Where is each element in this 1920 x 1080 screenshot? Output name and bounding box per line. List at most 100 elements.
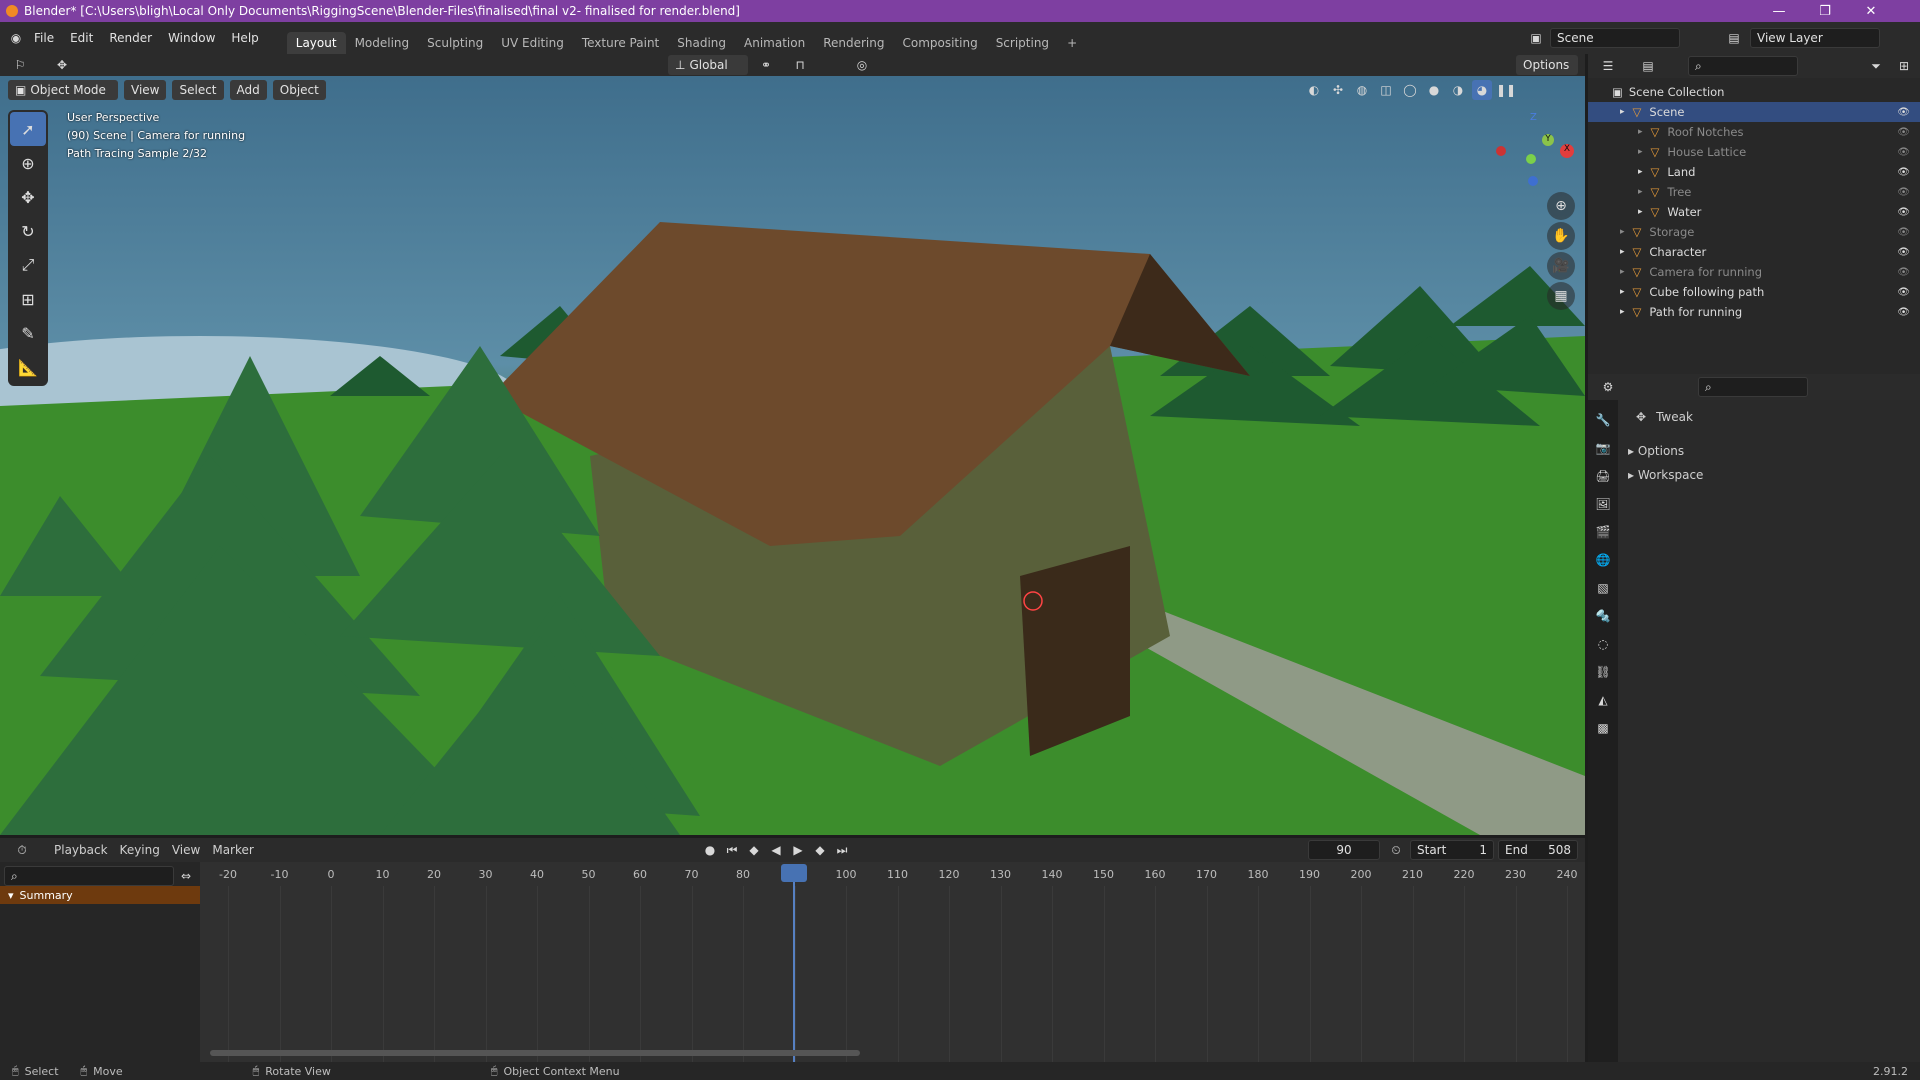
outliner-item[interactable]: ▸ ▽ Tree 👁 [1588,182,1920,202]
outliner-editor-icon[interactable]: ☰ [1598,56,1618,76]
menu-edit[interactable]: Edit [62,31,101,45]
minimize-button[interactable]: — [1756,0,1802,22]
gizmo-neg-x[interactable] [1496,146,1506,156]
timeline-scrollbar[interactable] [210,1050,860,1056]
navigation-gizmo[interactable]: Z Y X [1490,112,1574,188]
scene-selector-icon[interactable]: ▣ [1526,28,1546,48]
outliner-item[interactable]: ▸ ▽ Character 👁 [1588,242,1920,262]
timeline-area[interactable]: -20-100102030405060708090100110120130140… [0,862,1585,1062]
outliner-item[interactable]: ▸ ▽ Camera for running 👁 [1588,262,1920,282]
scene-tab-icon[interactable]: 🎬 [1593,522,1613,542]
expand-arrow-icon[interactable]: ▸ [1620,267,1625,277]
expand-arrow-icon[interactable]: ▸ [1620,287,1625,297]
gizmo-z-axis[interactable]: Z [1530,112,1537,123]
proportional-edit-icon[interactable]: ◎ [852,55,872,75]
pause-render-icon[interactable]: ❚❚ [1496,80,1516,100]
clock-icon[interactable]: ⏲ [1386,840,1406,860]
tab-layout[interactable]: Layout [286,32,346,54]
outliner-search-input[interactable]: ⌕ [1688,56,1798,76]
expand-arrow-icon[interactable]: ▸ [1638,207,1643,217]
menu-file[interactable]: File [26,31,62,45]
object-tab-icon[interactable]: ▧ [1593,578,1613,598]
visibility-eye-icon[interactable]: 👁 [1897,207,1910,218]
new-collection-icon[interactable]: ⊞ [1894,56,1914,76]
playhead-line[interactable] [793,882,795,1062]
section-workspace[interactable]: ▸ Workspace [1628,468,1703,482]
visibility-eye-icon[interactable]: 👁 [1897,287,1910,298]
visibility-eye-icon[interactable]: 👁 [1897,147,1910,158]
annotate-tool-icon[interactable]: ✎ [10,316,46,350]
transform-tool-icon-2[interactable]: ⊞ [10,282,46,316]
texture-tab-icon[interactable]: ▩ [1593,718,1613,738]
tab-scripting[interactable]: Scripting [987,32,1058,54]
xray-icon[interactable]: ◫ [1376,80,1396,100]
outliner-item[interactable]: ▸ ▽ Scene 👁 [1588,102,1920,122]
viewport-menu-add[interactable]: Add [229,80,267,100]
add-workspace-button[interactable]: + [1058,32,1086,54]
render-tab-icon[interactable]: 📷 [1593,438,1613,458]
outliner-item[interactable]: ▸ ▽ Roof Notches 👁 [1588,122,1920,142]
timeline-editor-icon[interactable]: ⏱ [12,840,32,860]
select-tool-icon[interactable]: ➚ [10,112,46,146]
editor-type-icon[interactable]: ⚐ [10,55,30,75]
wireframe-shading-icon[interactable]: ◯ [1400,80,1420,100]
outliner-item[interactable]: ▸ ▽ Cube following path 👁 [1588,282,1920,302]
swap-icon[interactable]: ⇔ [176,866,196,886]
tab-modeling[interactable]: Modeling [346,32,419,54]
record-icon[interactable]: ● [700,840,720,860]
visibility-eye-icon[interactable]: 👁 [1897,307,1910,318]
viewport-menu-view[interactable]: View [124,80,167,100]
visibility-eye-icon[interactable]: 👁 [1897,107,1910,118]
expand-arrow-icon[interactable]: ▸ [1638,147,1643,157]
tab-uv-editing[interactable]: UV Editing [492,32,573,54]
properties-editor-icon[interactable]: ⚙ [1598,377,1618,397]
tab-compositing[interactable]: Compositing [893,32,986,54]
end-frame-field[interactable]: End 508 [1498,840,1578,860]
view-layer-tab-icon[interactable]: 🖼 [1593,494,1613,514]
menu-window[interactable]: Window [160,31,223,45]
options-dropdown[interactable]: Options [1516,55,1578,75]
pivot-icon[interactable]: ⚭ [756,55,776,75]
tab-shading[interactable]: Shading [668,32,735,54]
modifier-tab-icon[interactable]: 🔩 [1593,606,1613,626]
expand-arrow-icon[interactable]: ▸ [1620,307,1625,317]
tab-rendering[interactable]: Rendering [814,32,893,54]
snap-icon[interactable]: ⊓ [790,55,810,75]
constraint-tab-icon[interactable]: ⛓ [1593,662,1613,682]
timeline-menu-playback[interactable]: Playback [48,843,114,857]
solid-shading-icon[interactable]: ● [1424,80,1444,100]
expand-arrow-icon[interactable]: ▸ [1638,127,1643,137]
cursor-tool-icon[interactable]: ⊕ [10,146,46,180]
measure-tool-icon[interactable]: 📐 [10,350,46,384]
viewport-menu-object[interactable]: Object [272,80,326,100]
close-window-button[interactable]: ✕ [1848,0,1894,22]
visibility-eye-icon[interactable]: 👁 [1897,227,1910,238]
maximize-button[interactable]: ❐ [1802,0,1848,22]
ortho-grid-icon[interactable]: ▦ [1547,282,1575,310]
timeline-search-input[interactable]: ⌕ [4,866,174,886]
display-mode-icon[interactable]: ▤ [1638,56,1658,76]
gizmo-toggle-icon[interactable]: ✣ [1328,80,1348,100]
visibility-eye-icon[interactable]: 👁 [1897,187,1910,198]
overlay-toggle-icon[interactable]: ◍ [1352,80,1372,100]
filter-icon[interactable]: ⏷ [1866,56,1886,76]
expand-arrow-icon[interactable]: ▸ [1638,187,1643,197]
visibility-eye-icon[interactable]: 👁 [1897,267,1910,278]
expand-arrow-icon[interactable]: ▸ [1620,247,1625,257]
pan-hand-icon[interactable]: ✋ [1547,222,1575,250]
blender-menu-icon[interactable]: ◉ [6,28,26,48]
outliner-item[interactable]: ▸ ▽ Water 👁 [1588,202,1920,222]
rendered-shading-icon[interactable]: ◕ [1472,80,1492,100]
rotate-tool-icon[interactable]: ↻ [10,214,46,248]
visibility-eye-icon[interactable]: 👁 [1897,247,1910,258]
outliner-root[interactable]: ▣ Scene Collection [1588,82,1920,102]
timeline-menu-view[interactable]: View [166,843,206,857]
jump-start-icon[interactable]: ⏮ [722,840,742,860]
view-layer-field[interactable]: View Layer [1750,28,1880,48]
world-tab-icon[interactable]: 🌐 [1593,550,1613,570]
expand-arrow-icon[interactable]: ▸ [1638,167,1643,177]
expand-arrow-icon[interactable]: ▸ [1620,227,1625,237]
tab-texture-paint[interactable]: Texture Paint [573,32,668,54]
zoom-icon[interactable]: ⊕ [1547,192,1575,220]
visibility-eye-icon[interactable]: 👁 [1897,167,1910,178]
